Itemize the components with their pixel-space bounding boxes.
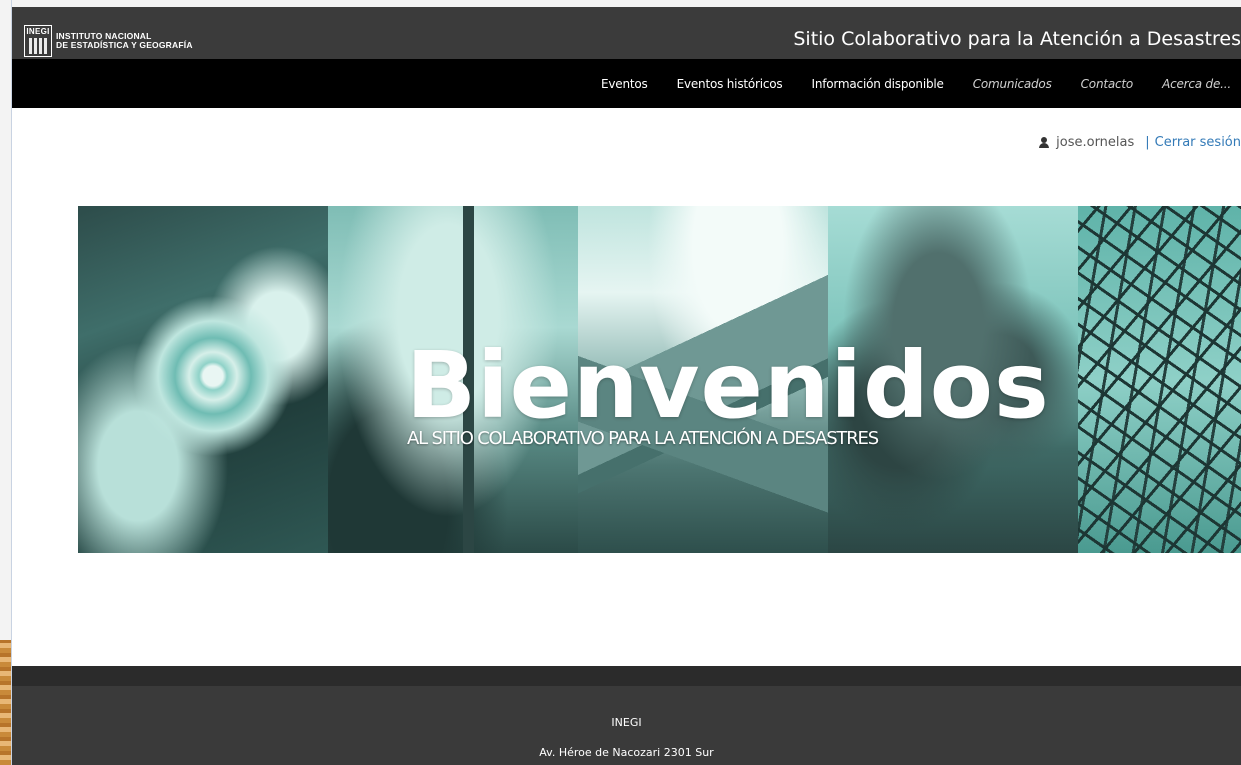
logo-abbr: INEGI	[26, 27, 50, 36]
user-separator: |	[1145, 134, 1150, 150]
nav-eventos[interactable]: Eventos	[601, 77, 648, 91]
logo-line-2: DE ESTADÍSTICA Y GEOGRAFÍA	[56, 40, 193, 50]
site-title: Sitio Colaborativo para la Atención a De…	[793, 28, 1241, 50]
nav-informacion-disponible[interactable]: Información disponible	[811, 77, 943, 91]
logo-grid-icon	[27, 38, 49, 54]
nav-contacto[interactable]: Contacto	[1081, 77, 1134, 91]
username[interactable]: jose.ornelas	[1056, 135, 1134, 150]
window-top-edge	[0, 0, 1241, 7]
main-navbar: Eventos Eventos históricos Información d…	[12, 59, 1241, 108]
nav-comunicados[interactable]: Comunicados	[973, 77, 1052, 91]
window-left-edge	[0, 0, 12, 765]
footer-divider	[12, 666, 1241, 686]
user-bar: jose.ornelas | Cerrar sesión	[1039, 132, 1241, 152]
footer-org: INEGI	[611, 716, 642, 729]
welcome-banner: Bienvenidos AL SITIO COLABORATIVO PARA L…	[78, 206, 1241, 553]
site-header: INEGI INSTITUTO NACIONAL DE ESTADÍSTICA …	[12, 7, 1241, 59]
hero-title: Bienvenidos	[406, 332, 1050, 439]
logout-link[interactable]: Cerrar sesión	[1155, 135, 1241, 150]
main-nav: Eventos Eventos históricos Información d…	[572, 59, 1241, 108]
drought-cracked-earth-image	[1078, 206, 1241, 553]
hero-subtitle: AL SITIO COLABORATIVO PARA LA ATENCIÓN A…	[407, 428, 879, 449]
page: INEGI INSTITUTO NACIONAL DE ESTADÍSTICA …	[12, 7, 1241, 765]
logo-mark: INEGI	[24, 25, 52, 57]
nav-eventos-historicos[interactable]: Eventos históricos	[677, 77, 783, 91]
nav-acerca-de[interactable]: Acerca de...	[1162, 77, 1231, 91]
logo-text: INSTITUTO NACIONAL DE ESTADÍSTICA Y GEOG…	[56, 32, 193, 50]
hurricane-image	[78, 206, 328, 553]
inegi-logo[interactable]: INEGI INSTITUTO NACIONAL DE ESTADÍSTICA …	[24, 25, 193, 57]
background-texture	[0, 640, 11, 765]
site-footer: INEGI Av. Héroe de Nacozari 2301 Sur	[12, 686, 1241, 765]
footer-address: Av. Héroe de Nacozari 2301 Sur	[539, 746, 714, 759]
user-icon	[1039, 136, 1050, 148]
